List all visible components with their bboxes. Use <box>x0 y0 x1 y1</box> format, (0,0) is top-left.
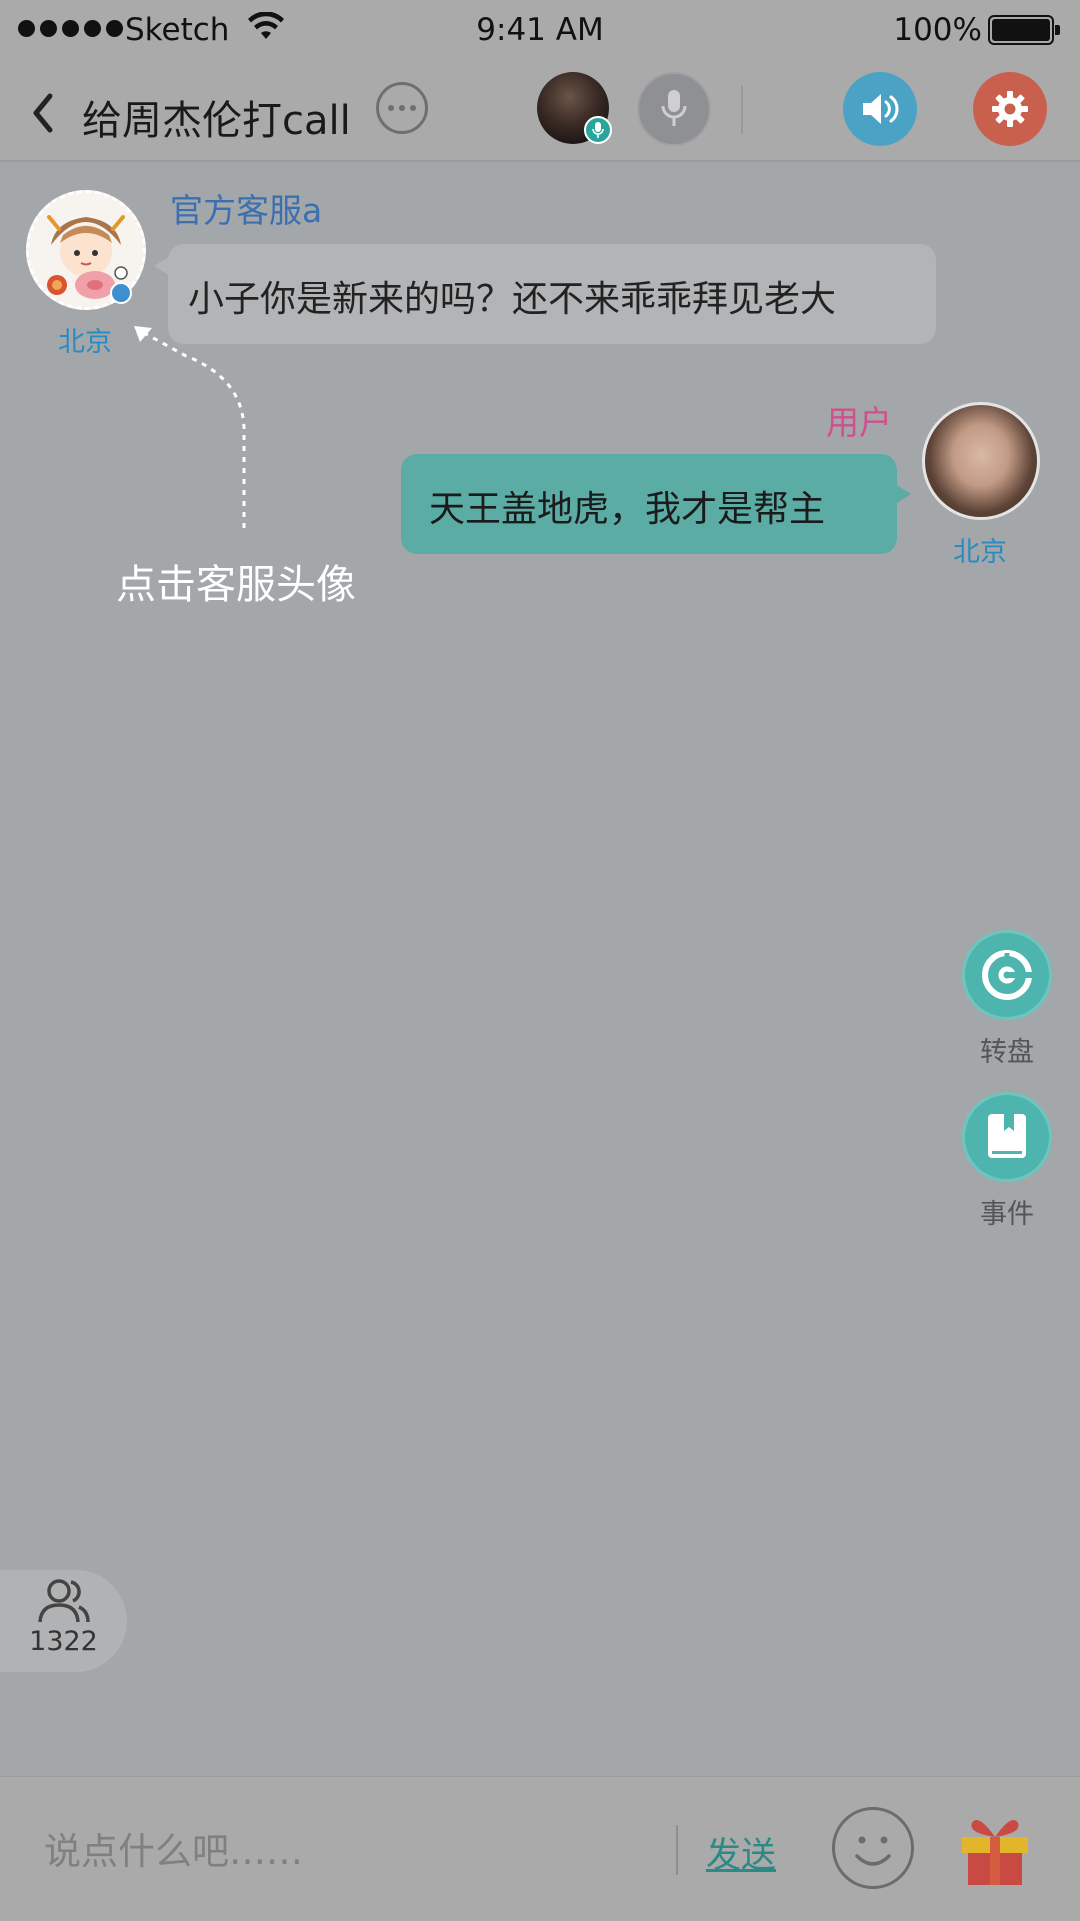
more-icon <box>388 105 394 111</box>
user-avatar[interactable] <box>922 402 1040 520</box>
mic-button[interactable] <box>637 72 711 146</box>
gear-icon <box>992 91 1028 127</box>
more-options-button[interactable] <box>376 82 428 134</box>
send-button[interactable]: 发送 <box>706 1827 776 1878</box>
speaker-button[interactable] <box>843 72 917 146</box>
book-icon <box>988 1114 1026 1158</box>
message-input[interactable]: 说点什么吧…… <box>44 1821 644 1877</box>
events-action[interactable]: 事件 <box>962 1092 1052 1231</box>
hint-arrow-icon <box>134 326 246 528</box>
events-label: 事件 <box>980 1199 1034 1230</box>
input-divider <box>676 1825 678 1875</box>
customer-service-message-bubble: 小子你是新来的吗？还不来乖乖拜见老大 <box>154 244 936 344</box>
customer-service-name: 官方客服a <box>170 191 323 230</box>
host-mic-badge <box>584 116 612 144</box>
roulette-action[interactable]: 转盘 <box>962 930 1052 1069</box>
battery-percentage: 100% <box>893 12 982 48</box>
online-count-button[interactable]: 1322 <box>0 1570 127 1672</box>
nav-divider <box>741 86 743 134</box>
user-message-bubble: 天王盖地虎，我才是帮主 <box>401 454 911 554</box>
nav-bar: 给周杰伦打call <box>0 62 1080 162</box>
hint-text: 点击客服头像 <box>116 562 356 608</box>
user-name: 用户 <box>826 403 892 442</box>
roulette-label: 转盘 <box>980 1037 1034 1068</box>
room-title: 给周杰伦打call <box>82 98 351 144</box>
chat-room-screen: Sketch 9:41 AM 100% 给周杰伦打call 北京 官方客服a 小… <box>0 0 1080 1921</box>
gift-icon[interactable] <box>956 1809 1034 1887</box>
online-count-number: 1322 <box>29 1626 98 1657</box>
emoji-button[interactable] <box>832 1807 914 1889</box>
speaker-icon <box>863 94 899 124</box>
settings-button[interactable] <box>973 72 1047 146</box>
verified-badge-icon <box>110 282 132 304</box>
back-icon[interactable] <box>28 90 58 136</box>
mic-icon <box>592 122 604 138</box>
battery-icon <box>988 15 1060 45</box>
people-icon <box>37 1579 90 1623</box>
events-button[interactable] <box>962 1092 1052 1182</box>
input-bar: 说点什么吧…… 发送 <box>0 1776 1080 1921</box>
roulette-button[interactable] <box>962 930 1052 1020</box>
mic-icon <box>661 90 687 126</box>
customer-service-location: 北京 <box>58 327 112 358</box>
user-location: 北京 <box>953 537 1007 568</box>
status-bar: Sketch 9:41 AM 100% <box>0 0 1080 62</box>
roulette-icon <box>982 950 1032 1000</box>
smiley-icon <box>855 1836 891 1866</box>
